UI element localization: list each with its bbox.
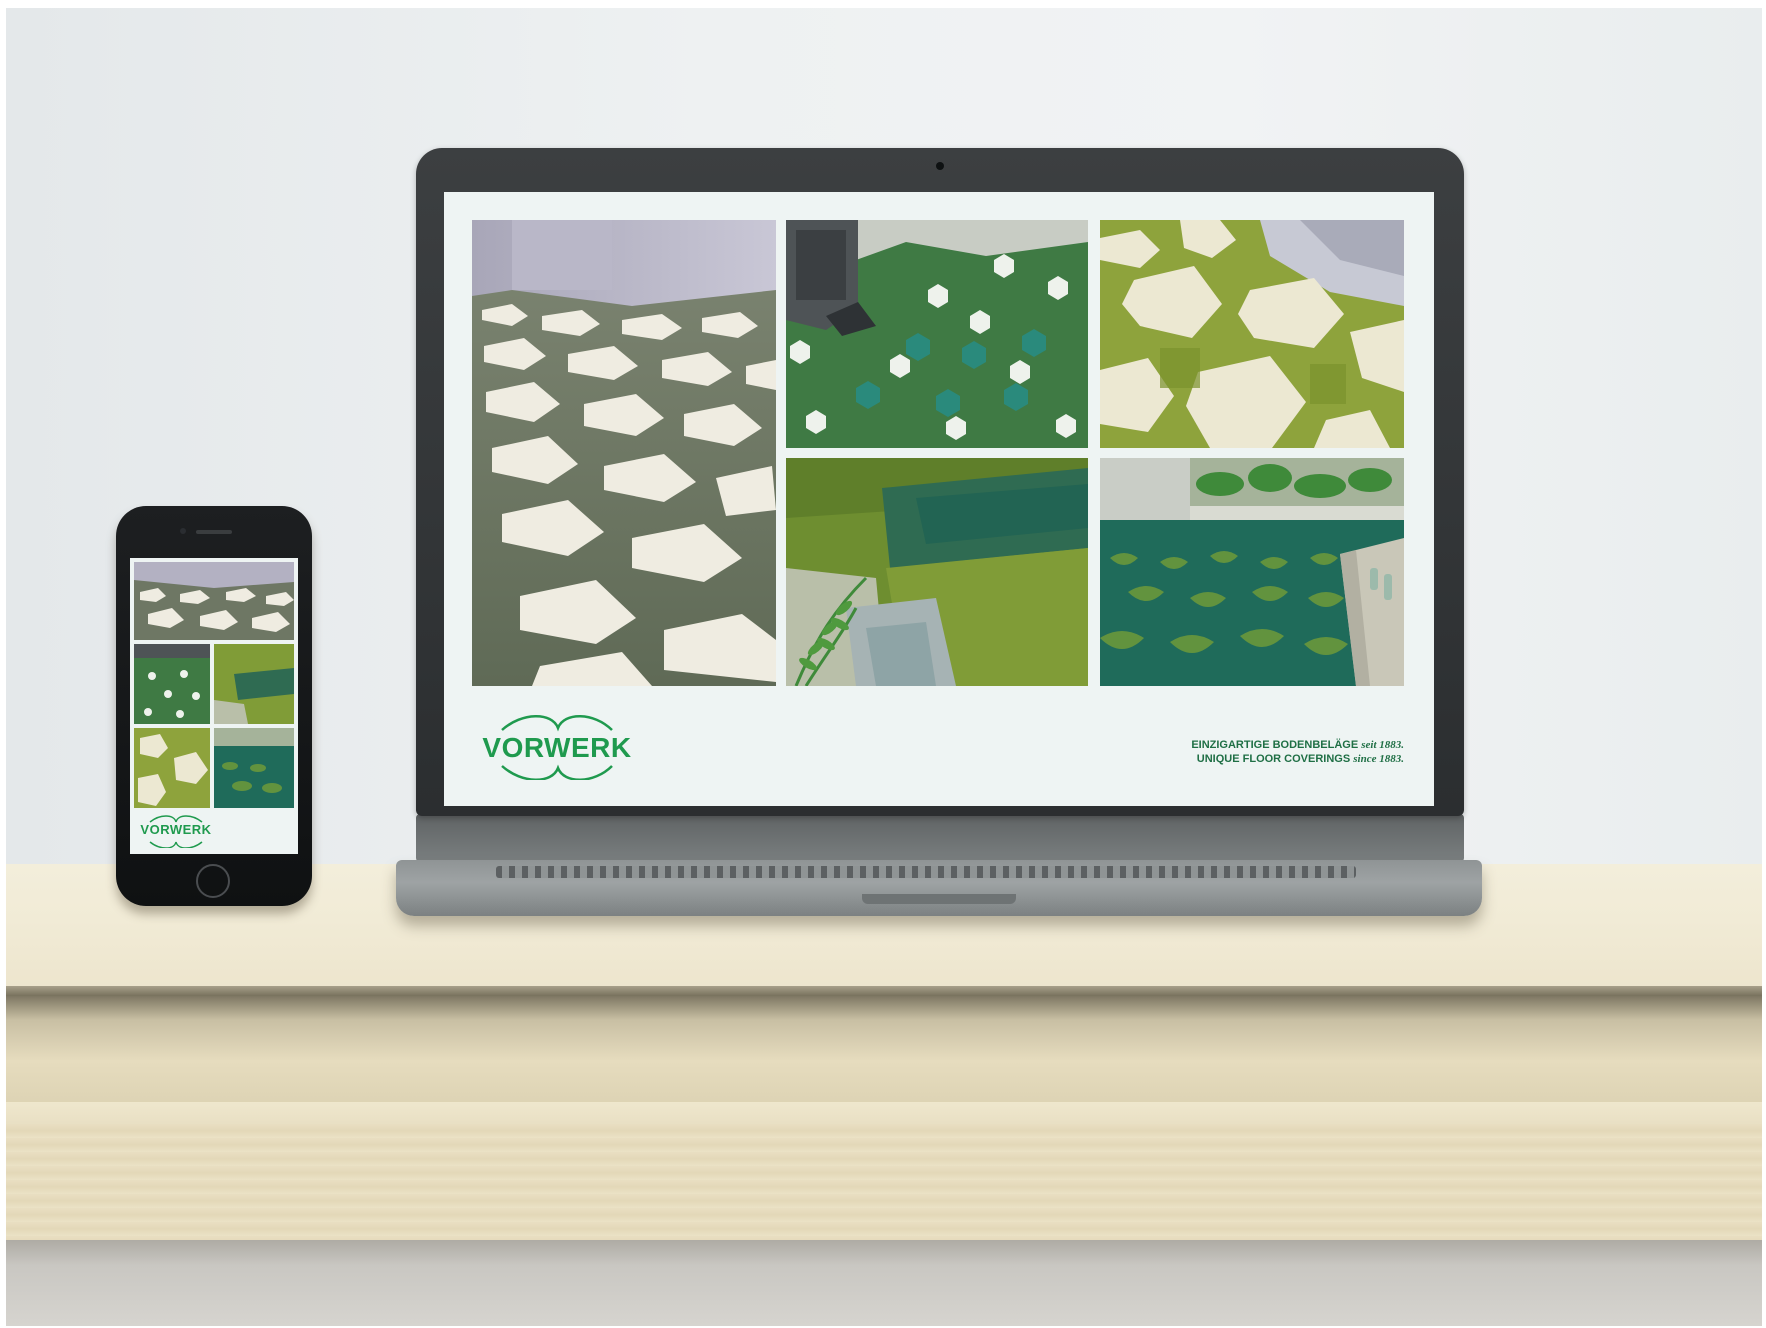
brand-name: VORWERK: [482, 732, 632, 763]
photo-floor-teal-pattern: [1100, 458, 1404, 686]
phone-brand-name: VORWERK: [140, 822, 212, 837]
phone-photo-teal-pattern: [214, 728, 294, 808]
trackpad-notch: [862, 894, 1016, 904]
tagline-english-italic: since 1883.: [1353, 753, 1404, 765]
scene: VORWERK EINZIGARTIGE BODENBELÄGE seit 18…: [6, 8, 1762, 1326]
laptop-hinge: [416, 814, 1464, 862]
smartphone: VORWERK: [116, 506, 312, 906]
front-camera-icon: [180, 528, 186, 534]
laptop-base: [396, 860, 1482, 916]
phone-photo-olive-diamonds: [134, 728, 210, 808]
home-button[interactable]: [196, 864, 230, 898]
tagline-line-german: EINZIGARTIGE BODENBELÄGE seit 1883.: [1104, 738, 1404, 752]
photo-carpet-fern: [786, 458, 1088, 686]
shelf-lip: [6, 1102, 1762, 1126]
shelf-board: [6, 1124, 1762, 1242]
phone-vorwerk-logo: VORWERK: [136, 814, 216, 848]
phone-photo-bowtie-tiles: [134, 562, 294, 640]
tagline-german-italic: seit 1883.: [1361, 739, 1404, 751]
phone-photo-carpet: [214, 644, 294, 724]
speaker-grille: [196, 530, 232, 534]
vorwerk-logo: VORWERK: [472, 714, 642, 780]
laptop-screen: VORWERK EINZIGARTIGE BODENBELÄGE seit 18…: [444, 192, 1434, 806]
photo-floor-hexagons: [786, 220, 1088, 448]
shelf-front: [6, 996, 1762, 1104]
shelf-underside: [6, 1240, 1762, 1326]
phone-photo-hexagons: [134, 644, 210, 724]
tagline-english-main: UNIQUE FLOOR COVERINGS: [1196, 753, 1351, 765]
laptop: VORWERK EINZIGARTIGE BODENBELÄGE seit 18…: [416, 148, 1464, 816]
photo-floor-olive-diamonds: [1100, 220, 1404, 448]
tagline-german-main: EINZIGARTIGE BODENBELÄGE: [1191, 739, 1359, 751]
camera-icon: [936, 162, 944, 170]
tagline: EINZIGARTIGE BODENBELÄGE seit 1883. UNIQ…: [1104, 738, 1404, 766]
keyboard-grille: [496, 866, 1356, 878]
photo-floor-bowtie-tiles: [472, 220, 776, 686]
phone-screen: VORWERK: [130, 558, 298, 854]
tagline-line-english: UNIQUE FLOOR COVERINGS since 1883.: [1104, 752, 1404, 766]
